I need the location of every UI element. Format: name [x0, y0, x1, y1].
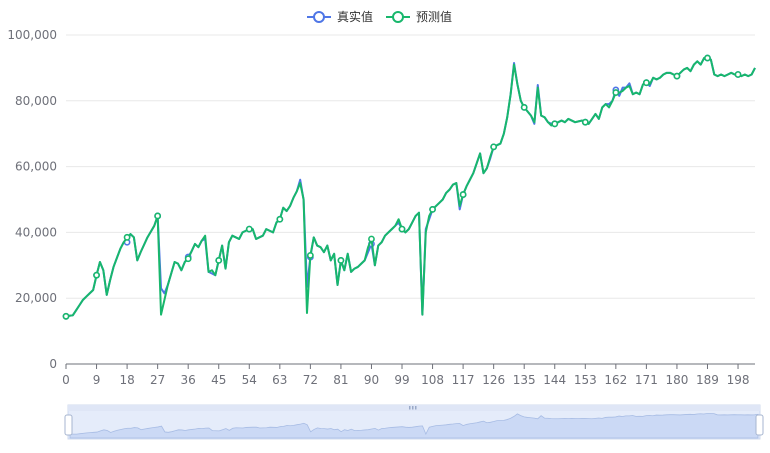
data-point[interactable]	[215, 256, 223, 264]
legend-item-actual[interactable]: 真实值	[307, 9, 373, 24]
x-tick-label: 72	[303, 373, 318, 387]
data-zoom-right-handle[interactable]	[755, 414, 764, 436]
data-point[interactable]	[490, 143, 498, 151]
data-point[interactable]	[612, 89, 620, 96]
y-tick-label: 40,000	[15, 225, 57, 239]
data-point[interactable]	[704, 54, 711, 62]
data-point[interactable]	[429, 205, 436, 213]
x-tick-label: 189	[696, 373, 719, 387]
x-tick-label: 18	[119, 373, 134, 387]
legend-item-predicted[interactable]: 预测值	[386, 9, 452, 24]
data-point[interactable]	[184, 255, 192, 263]
data-zoom-top-bar[interactable]	[68, 405, 760, 411]
x-tick-label: 135	[513, 373, 536, 387]
x-tick-label: 99	[394, 373, 409, 387]
data-point[interactable]	[551, 120, 559, 128]
x-tick-label: 198	[727, 373, 750, 387]
chart-container: 真实值 预测值 0 20,000 40,000 60,000 80,000 100,000…	[0, 0, 770, 453]
data-point[interactable]	[581, 118, 589, 126]
data-point[interactable]	[93, 271, 100, 279]
x-tick-label: 81	[333, 373, 348, 387]
x-tick-label: 180	[665, 373, 688, 387]
data-point[interactable]	[734, 71, 742, 78]
x-tick-label: 45	[211, 373, 226, 387]
x-tick-label: 0	[62, 373, 70, 387]
data-zoom-left-handle[interactable]	[64, 414, 73, 436]
series-actual	[62, 54, 756, 320]
plot-area	[62, 54, 756, 320]
x-tick-label: 36	[181, 373, 196, 387]
x-tick-label: 153	[574, 373, 597, 387]
x-tick-label: 162	[604, 373, 627, 387]
grid	[66, 34, 755, 365]
x-tick-label: 108	[421, 373, 444, 387]
data-point[interactable]	[398, 225, 406, 233]
series-line	[65, 57, 756, 318]
x-tick-label: 9	[93, 373, 101, 387]
x-tick-label: 90	[364, 373, 379, 387]
x-tick-label: 63	[272, 373, 287, 387]
y-tick-label: 0	[49, 357, 57, 371]
x-tick-label: 54	[242, 373, 257, 387]
line-chart: 真实值 预测值 0 20,000 40,000 60,000 80,000 100,000…	[7, 9, 764, 440]
data-point[interactable]	[459, 191, 467, 198]
x-tick-label: 27	[150, 373, 165, 387]
data-point[interactable]	[154, 212, 162, 220]
y-tick-label: 60,000	[15, 160, 57, 174]
x-tick-label: 117	[452, 373, 475, 387]
data-zoom-top-grip-icon[interactable]	[409, 406, 417, 410]
x-tick-label: 171	[635, 373, 658, 387]
legend-label-predicted: 预测值	[416, 9, 452, 24]
y-tick-label: 80,000	[15, 94, 57, 108]
x-tick-label: 144	[543, 373, 566, 387]
data-point[interactable]	[673, 72, 681, 80]
series-predicted	[62, 54, 756, 320]
data-zoom-slider[interactable]	[64, 404, 764, 440]
data-point[interactable]	[642, 79, 650, 87]
data-point[interactable]	[62, 312, 70, 320]
data-point[interactable]	[245, 225, 253, 233]
data-point[interactable]	[123, 233, 131, 241]
legend: 真实值 预测值	[307, 9, 452, 24]
data-point[interactable]	[276, 215, 284, 223]
x-axis: 0 9 18 27 36 45 54 63 72 81 90 99 108 117 126 135 144 153…	[62, 364, 749, 387]
data-point[interactable]	[520, 103, 528, 111]
y-axis: 0 20,000 40,000 60,000 80,000 100,000	[7, 28, 57, 371]
data-point[interactable]	[337, 256, 345, 264]
legend-label-actual: 真实值	[337, 9, 373, 24]
y-tick-label: 20,000	[15, 291, 57, 305]
x-tick-label: 126	[482, 373, 505, 387]
data-point[interactable]	[306, 252, 314, 259]
y-tick-label: 100,000	[7, 28, 57, 42]
data-point[interactable]	[368, 235, 375, 243]
